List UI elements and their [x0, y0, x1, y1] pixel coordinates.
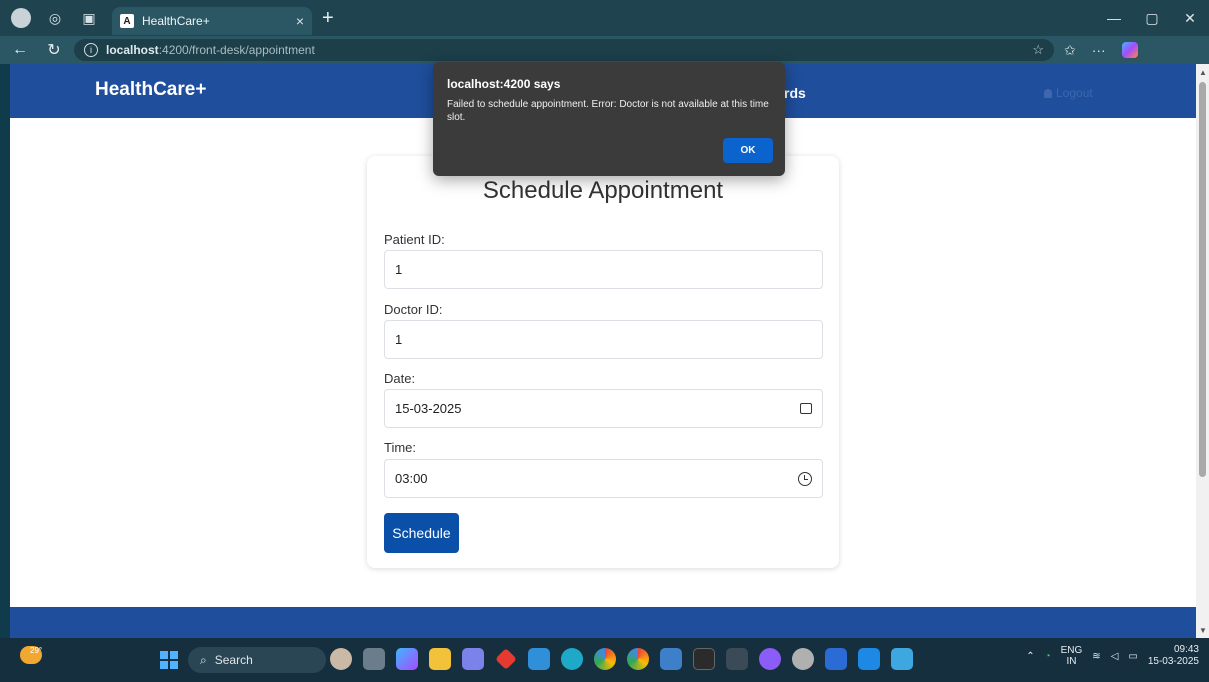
logout-link[interactable]: Logout [1044, 86, 1093, 100]
scroll-up-icon[interactable]: ▲ [1199, 68, 1207, 77]
new-tab-button[interactable]: + [322, 7, 334, 30]
lang-bottom: IN [1066, 656, 1077, 667]
language-indicator[interactable]: ENG IN [1061, 645, 1083, 667]
calendar-icon[interactable] [800, 403, 812, 414]
browser-tab-bar: ◎ ▣ A HealthCare+ × + — ▢ ✕ [0, 0, 1209, 36]
maximize-button[interactable]: ▢ [1133, 10, 1171, 27]
outlook-icon[interactable] [528, 648, 550, 670]
wifi-icon[interactable]: ≋ [1092, 651, 1100, 662]
github-icon[interactable] [759, 648, 781, 670]
back-icon[interactable]: ← [6, 41, 34, 59]
dialog-title: localhost:4200 says [447, 77, 561, 91]
search-label: Search [214, 653, 253, 667]
windows-taskbar: 29° ⌕ Search ⌃ ◔ ENG IN ≋ ◁ ▭ 09:43 15-0… [0, 638, 1209, 682]
patient-id-input[interactable]: 1 [384, 250, 823, 289]
url-field[interactable]: i localhost :4200/front-desk/appointment… [74, 39, 1054, 61]
time-value: 03:00 [395, 471, 428, 486]
nav-link-records[interactable]: rds [784, 85, 806, 101]
chevron-up-icon[interactable]: ⌃ [1026, 651, 1034, 662]
tab-actions-icon[interactable]: ▣ [76, 5, 102, 31]
system-tray: ⌃ ◔ ENG IN ≋ ◁ ▭ 09:43 15-03-2025 [1026, 644, 1199, 668]
taskbar-apps [330, 648, 913, 670]
alert-dialog: localhost:4200 says Failed to schedule a… [433, 62, 785, 176]
chrome-profile-icon[interactable] [627, 648, 649, 670]
workspaces-icon[interactable]: ◎ [42, 5, 68, 31]
taskbar-app-icon[interactable] [330, 648, 352, 670]
minimize-button[interactable]: — [1095, 10, 1133, 26]
close-window-button[interactable]: ✕ [1171, 10, 1209, 27]
tab-close-icon[interactable]: × [296, 13, 304, 29]
clock[interactable]: 09:43 15-03-2025 [1148, 644, 1199, 668]
chrome-icon[interactable] [594, 648, 616, 670]
date-value: 15-03-2025 [395, 401, 462, 416]
network-app-icon[interactable]: ◔ [1045, 651, 1051, 662]
site-info-icon[interactable]: i [84, 43, 98, 57]
search-icon: ⌕ [200, 652, 207, 667]
weather-widget[interactable]: 29° [20, 646, 42, 664]
tab-favicon: A [120, 14, 134, 28]
battery-icon[interactable]: ▭ [1128, 651, 1137, 662]
address-bar-row: ← ↻ i localhost :4200/front-desk/appoint… [0, 36, 1209, 64]
lang-top: ENG [1060, 645, 1083, 656]
settings-icon[interactable] [792, 648, 814, 670]
start-icon[interactable] [160, 651, 178, 669]
doctor-id-value: 1 [395, 332, 403, 347]
user-icon [1044, 88, 1052, 98]
git-icon[interactable] [495, 648, 517, 670]
more-menu-icon[interactable]: ··· [1092, 42, 1106, 59]
favorites-icon[interactable]: ✩ [1064, 42, 1076, 59]
patient-id-value: 1 [395, 262, 403, 277]
teams-icon[interactable] [462, 648, 484, 670]
dialog-ok-button[interactable]: OK [723, 138, 773, 163]
weather-temp: 29° [30, 646, 43, 655]
scroll-down-icon[interactable]: ▼ [1199, 626, 1207, 635]
logout-label: Logout [1056, 86, 1093, 100]
scrollbar-thumb[interactable] [1199, 82, 1206, 477]
app-icon[interactable] [660, 648, 682, 670]
url-path: :4200/front-desk/appointment [158, 43, 315, 57]
doctor-id-label: Doctor ID: [384, 302, 443, 317]
powershell-icon[interactable] [726, 648, 748, 670]
volume-icon[interactable]: ◁ [1111, 651, 1119, 662]
date-input[interactable]: 15-03-2025 [384, 389, 823, 428]
brand-logo[interactable]: HealthCare+ [95, 79, 206, 101]
app-footer [10, 607, 1196, 638]
file-explorer-icon[interactable] [429, 648, 451, 670]
window-controls: — ▢ ✕ [1095, 0, 1209, 36]
clock-icon[interactable] [798, 471, 812, 486]
dialog-message: Failed to schedule appointment. Error: D… [447, 99, 769, 123]
page-title: Schedule Appointment [482, 177, 724, 204]
profile-icon[interactable] [8, 5, 34, 31]
schedule-button[interactable]: Schedule [384, 513, 459, 553]
schedule-appointment-card: Schedule Appointment Patient ID: 1 Docto… [367, 156, 839, 568]
page-scrollbar[interactable]: ▲ ▼ [1196, 64, 1209, 638]
taskbar-search[interactable]: ⌕ Search [188, 647, 326, 673]
word-icon[interactable] [825, 648, 847, 670]
tab-title: HealthCare+ [142, 14, 210, 28]
copilot-icon[interactable] [1121, 41, 1138, 58]
clock-time: 09:43 [1173, 644, 1199, 655]
photos-icon[interactable] [891, 648, 913, 670]
clock-date: 15-03-2025 [1147, 656, 1199, 667]
date-label: Date: [384, 371, 416, 386]
time-label: Time: [384, 440, 417, 455]
vscode-icon[interactable] [858, 648, 880, 670]
patient-id-label: Patient ID: [384, 232, 445, 247]
task-view-icon[interactable] [363, 648, 385, 670]
browser-tab[interactable]: A HealthCare+ × [112, 7, 312, 35]
url-host: localhost [106, 43, 159, 57]
doctor-id-input[interactable]: 1 [384, 320, 823, 359]
refresh-icon[interactable]: ↻ [40, 40, 68, 60]
terminal-icon[interactable] [693, 648, 715, 670]
favorite-star-icon[interactable]: ☆ [1032, 42, 1044, 58]
edge-icon[interactable] [561, 648, 583, 670]
time-input[interactable]: 03:00 [384, 459, 823, 498]
copilot-taskbar-icon[interactable] [396, 648, 418, 670]
